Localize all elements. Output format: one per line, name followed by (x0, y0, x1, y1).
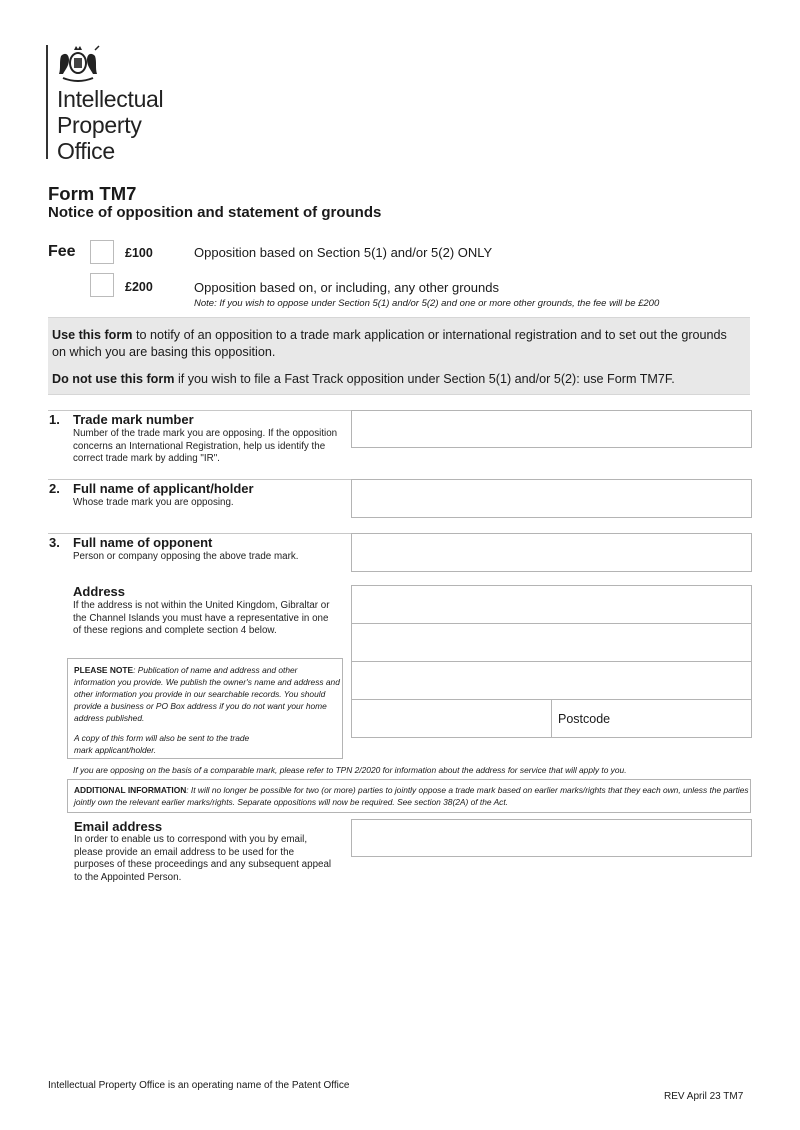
fee-200-checkbox[interactable] (90, 273, 114, 297)
fee-100-amount: £100 (125, 246, 153, 260)
trade-mark-number-field[interactable] (351, 410, 752, 448)
do-not-use-body: if you wish to file a Fast Track opposit… (174, 372, 675, 386)
footer-revision: REV April 23 TM7 (664, 1091, 744, 1102)
section-3-title: Full name of opponent (73, 535, 213, 550)
logo-line-3: Office (57, 138, 115, 164)
section-1-number: 1. (49, 412, 60, 427)
email-description: In order to enable us to correspond with… (74, 834, 332, 883)
section-1-description: Number of the trade mark you are opposin… (73, 428, 338, 464)
logo-line-2: Property (57, 112, 142, 138)
do-not-use-text: Do not use this form if you wish to file… (52, 371, 742, 388)
royal-coat-of-arms-icon (59, 45, 100, 82)
use-this-form-bold: Use this form (52, 328, 133, 342)
use-this-form-body: to notify of an opposition to a trade ma… (52, 328, 727, 359)
section-divider (48, 410, 352, 411)
section-2-title: Full name of applicant/holder (73, 481, 254, 496)
form-subtitle: Notice of opposition and statement of gr… (48, 204, 382, 221)
postcode-label: Postcode (558, 712, 611, 726)
additional-information-bold: ADDITIONAL INFORMATION (74, 785, 187, 795)
fee-200-amount: £200 (125, 280, 153, 294)
email-field[interactable] (351, 819, 752, 857)
email-title: Email address (74, 819, 163, 834)
copy-note: A copy of this form will also be sent to… (74, 733, 250, 755)
fee-100-description: Opposition based on Section 5(1) and/or … (194, 245, 493, 260)
fee-label: Fee (48, 243, 76, 260)
please-note-box: PLEASE NOTE: Publication of name and add… (67, 658, 343, 759)
please-note-text: PLEASE NOTE: Publication of name and add… (74, 664, 340, 724)
section-3-number: 3. (49, 535, 60, 550)
postcode-field[interactable]: Postcode (551, 699, 752, 738)
logo-text: Intellectual Property Office (57, 86, 164, 164)
comparable-mark-note: If you are opposing on the basis of a co… (73, 765, 627, 775)
address-line-1-field[interactable] (351, 585, 752, 624)
address-line-4-field[interactable] (351, 699, 552, 738)
section-3-description: Person or company opposing the above tra… (73, 551, 299, 562)
opponent-name-field[interactable] (351, 533, 752, 572)
fee-200-description: Opposition based on, or including, any o… (194, 280, 499, 295)
do-not-use-bold: Do not use this form (52, 372, 175, 386)
form-title: Form TM7 (48, 183, 137, 204)
additional-information-box: ADDITIONAL INFORMATION: It will no longe… (67, 779, 751, 813)
usage-info-box: Use this form to notify of an opposition… (48, 317, 750, 395)
logo-line-1: Intellectual (57, 86, 164, 112)
address-title: Address (73, 584, 126, 599)
additional-information-text: ADDITIONAL INFORMATION: It will no longe… (74, 785, 750, 808)
logo-bar (46, 45, 48, 159)
section-1-title: Trade mark number (73, 412, 194, 427)
fee-note: Note: If you wish to oppose under Sectio… (194, 298, 660, 309)
please-note-bold: PLEASE NOTE (74, 665, 134, 675)
address-description: If the address is not within the United … (73, 600, 330, 636)
use-this-form-text: Use this form to notify of an opposition… (52, 327, 742, 361)
address-line-2-field[interactable] (351, 623, 752, 662)
fee-100-checkbox[interactable] (90, 240, 114, 264)
section-2-number: 2. (49, 481, 60, 496)
applicant-name-field[interactable] (351, 479, 752, 518)
section-divider (48, 479, 352, 480)
footer-operating-name: Intellectual Property Office is an opera… (48, 1080, 350, 1091)
section-divider (48, 533, 352, 534)
section-2-description: Whose trade mark you are opposing. (73, 497, 234, 508)
address-line-3-field[interactable] (351, 661, 752, 700)
